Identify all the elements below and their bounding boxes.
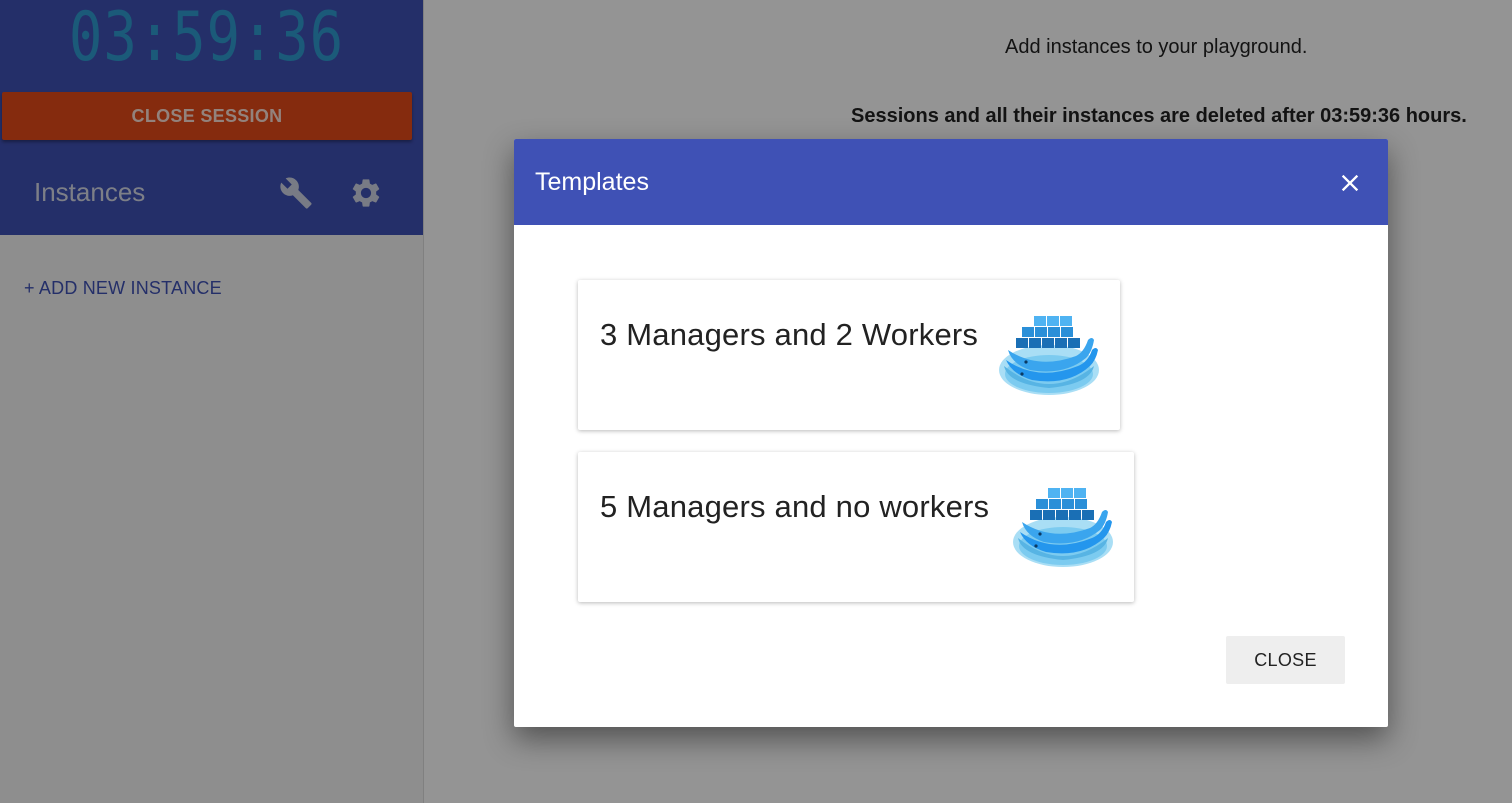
dialog-title: Templates [535,168,649,196]
template-card-5-managers-no-workers[interactable]: 5 Managers and no workers [578,452,1134,602]
template-title: 3 Managers and 2 Workers [600,317,979,352]
dialog-close-x[interactable] [1332,165,1368,201]
docker-whale-icon [1013,488,1113,567]
close-icon [1341,174,1359,192]
dialog-close-button[interactable]: CLOSE [1226,636,1345,684]
template-card-3-managers-2-workers[interactable]: 3 Managers and 2 Workers [578,280,1120,430]
templates-dialog: Templates 3 Managers and 2 Workers 5 Man… [514,139,1388,727]
dialog-header: Templates [514,139,1388,225]
docker-whale-icon [999,316,1099,395]
template-title: 5 Managers and no workers [600,489,990,524]
